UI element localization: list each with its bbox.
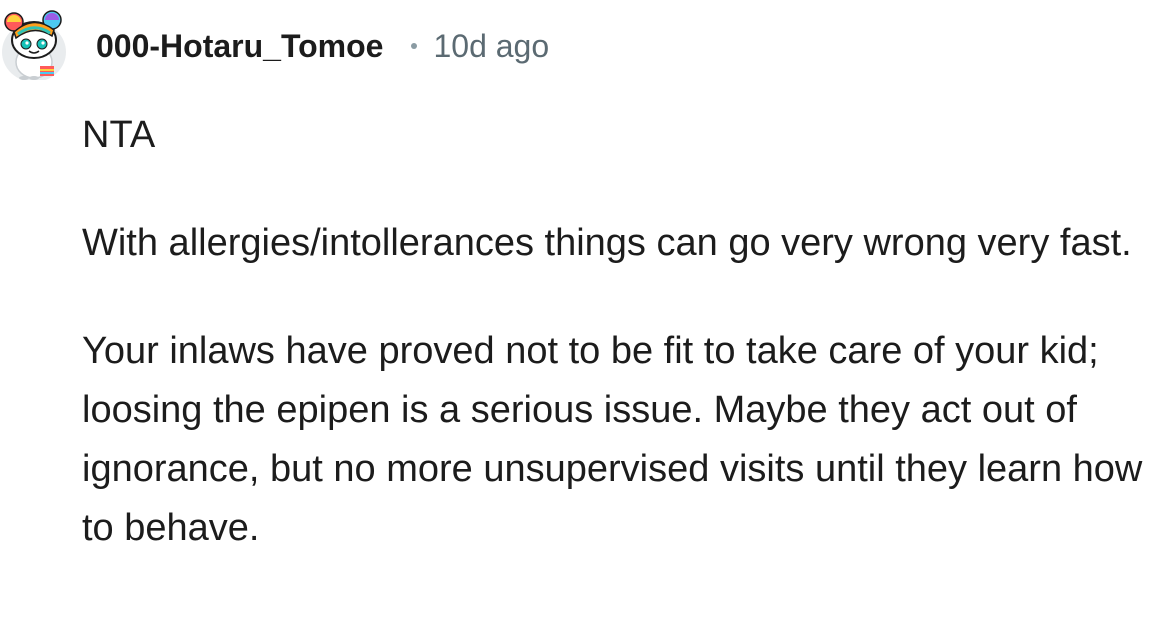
username-link[interactable]: 000-Hotaru_Tomoe xyxy=(96,28,383,65)
separator-dot-icon xyxy=(411,43,418,49)
comment-paragraph: Your inlaws have proved not to be fit to… xyxy=(82,330,1143,549)
comment-paragraph: With allergies/intollerances things can … xyxy=(82,222,1132,264)
user-avatar[interactable] xyxy=(0,6,68,82)
comment: 000-Hotaru_Tomoe 10d ago NTA With allerg… xyxy=(0,0,1176,622)
comment-body: NTA With allergies/intollerances things … xyxy=(82,106,1172,558)
comment-meta: 000-Hotaru_Tomoe 10d ago xyxy=(96,26,549,66)
comment-timestamp[interactable]: 10d ago xyxy=(433,28,549,65)
comment-paragraph: NTA xyxy=(82,114,156,156)
snoo-avatar-icon xyxy=(2,10,66,82)
